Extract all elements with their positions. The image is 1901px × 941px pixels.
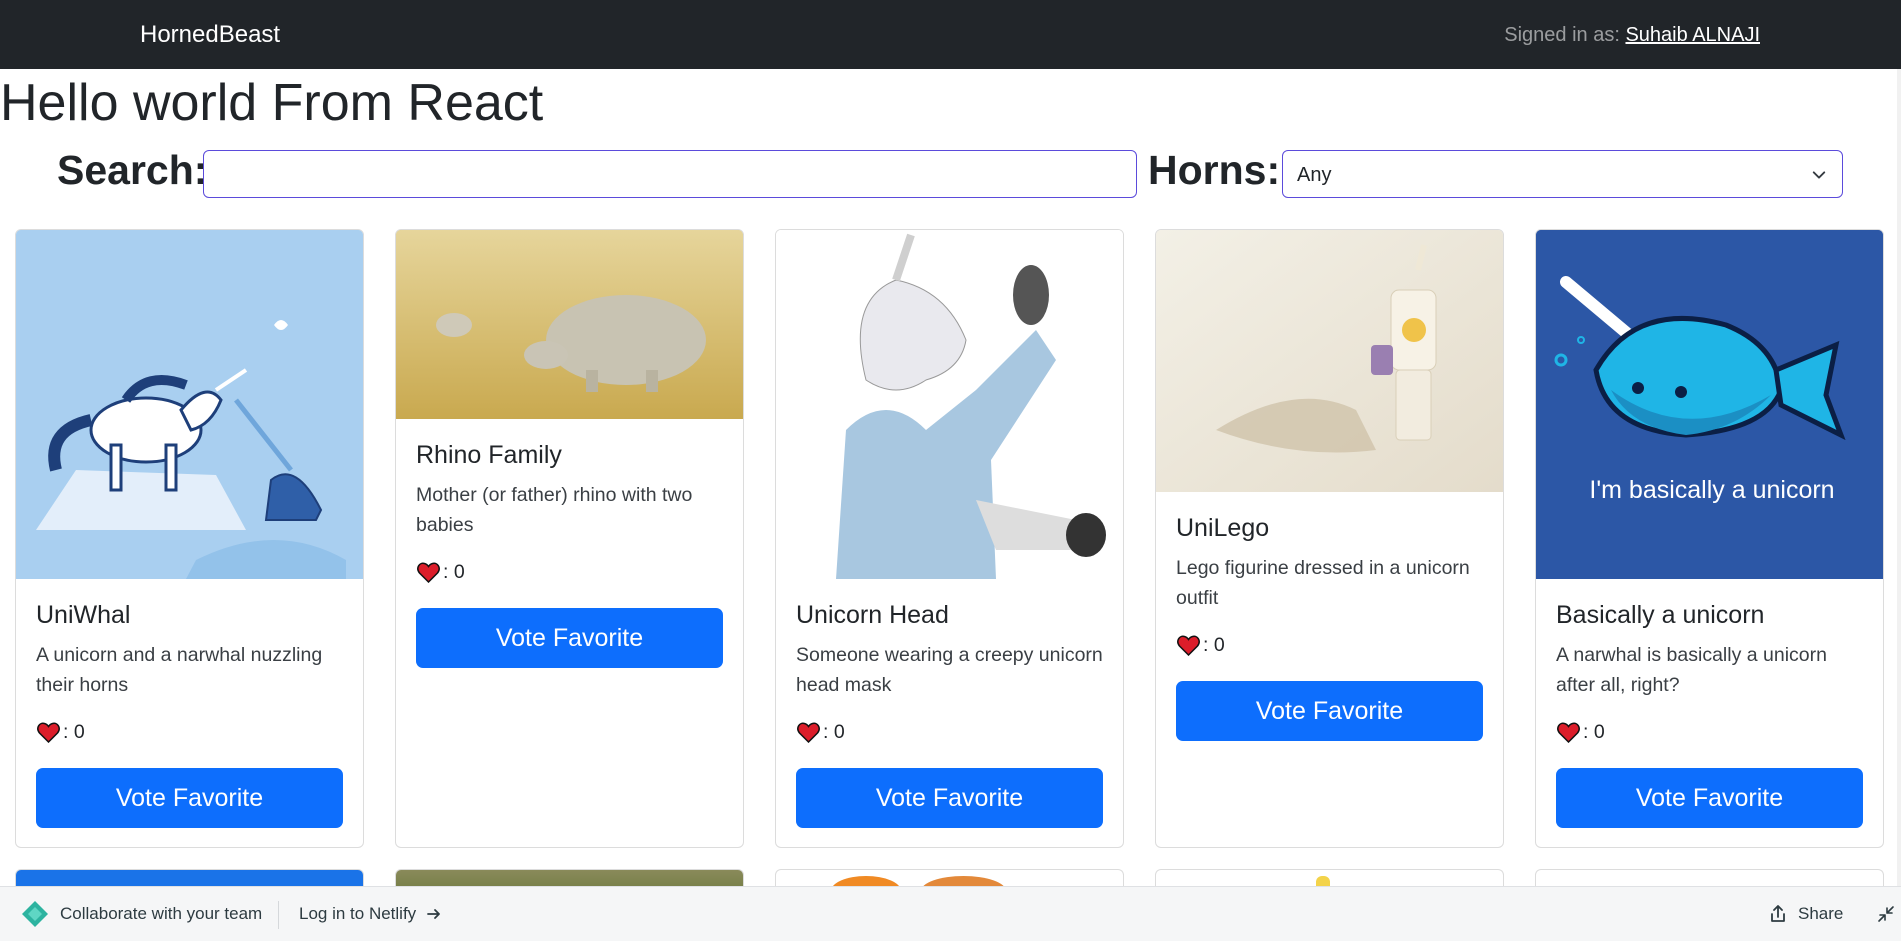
search-input[interactable] bbox=[203, 150, 1137, 198]
beast-card: Rhino Family Mother (or father) rhino wi… bbox=[395, 229, 744, 848]
vote-favorite-button[interactable]: Vote Favorite bbox=[36, 768, 343, 828]
netlify-login-text: Log in to Netlify bbox=[299, 904, 417, 923]
card-description: A narwhal is basically a unicorn after a… bbox=[1556, 644, 1827, 696]
signed-in-prefix: Signed in as: bbox=[1504, 24, 1620, 46]
collapse-icon bbox=[1878, 906, 1894, 922]
vote-count: : 0 bbox=[796, 720, 845, 744]
vote-favorite-button[interactable]: Vote Favorite bbox=[416, 608, 723, 668]
card-title: Unicorn Head bbox=[796, 601, 949, 629]
heart-icon bbox=[417, 562, 440, 583]
uniwhal-illustration bbox=[16, 230, 363, 579]
search-label: Search: bbox=[57, 147, 208, 193]
horns-label: Horns: bbox=[1148, 147, 1281, 193]
beast-image[interactable] bbox=[396, 230, 743, 419]
image-caption: I'm basically a unicorn bbox=[1589, 476, 1834, 504]
navbar: HornedBeast Signed in as: Suhaib ALNAJI bbox=[0, 0, 1901, 69]
arrow-right-icon bbox=[427, 909, 441, 919]
heart-icon bbox=[1177, 635, 1200, 656]
netlify-logo-icon bbox=[22, 901, 48, 927]
user-link[interactable]: Suhaib ALNAJI bbox=[1625, 24, 1760, 46]
scrollbar[interactable] bbox=[1897, 69, 1901, 886]
vote-count-text: : 0 bbox=[1583, 721, 1605, 743]
vote-count-text: : 0 bbox=[823, 721, 845, 743]
netlify-drawer-bar: Collaborate with your team Log in to Net… bbox=[0, 886, 1901, 941]
beast-image[interactable]: I'm basically a unicorn bbox=[1536, 230, 1883, 579]
beast-card: UniWhal A unicorn and a narwhal nuzzling… bbox=[15, 229, 364, 848]
signed-in-text: Signed in as: Suhaib ALNAJI bbox=[1504, 22, 1760, 48]
share-button[interactable]: Share bbox=[1768, 887, 1843, 941]
heart-icon bbox=[37, 722, 60, 743]
rhino-family-photo bbox=[396, 230, 743, 419]
heart-icon bbox=[1557, 722, 1580, 743]
vote-count-text: : 0 bbox=[1203, 634, 1225, 656]
card-description: Lego figurine dressed in a unicorn outfi… bbox=[1176, 557, 1470, 609]
beast-card: I'm basically a unicorn Basically a unic… bbox=[1535, 229, 1884, 848]
beast-card: Unicorn Head Someone wearing a creepy un… bbox=[775, 229, 1124, 848]
share-text: Share bbox=[1798, 904, 1844, 923]
beast-card: UniLego Lego figurine dressed in a unico… bbox=[1155, 229, 1504, 848]
vote-count: : 0 bbox=[36, 720, 85, 744]
page-title: Hello world From React bbox=[0, 74, 544, 132]
unicorn-head-photo bbox=[776, 230, 1123, 579]
divider bbox=[278, 901, 279, 929]
collaborate-text: Collaborate with your team bbox=[60, 904, 263, 923]
collapse-button[interactable] bbox=[1876, 887, 1896, 941]
vote-favorite-button[interactable]: Vote Favorite bbox=[1556, 768, 1863, 828]
beast-image[interactable] bbox=[776, 230, 1123, 579]
beast-image[interactable] bbox=[16, 230, 363, 579]
card-title: UniLego bbox=[1176, 514, 1270, 542]
narwhal-unicorn-illustration: I'm basically a unicorn bbox=[1536, 230, 1883, 579]
card-description: Mother (or father) rhino with two babies bbox=[416, 484, 693, 536]
vote-favorite-button[interactable]: Vote Favorite bbox=[1176, 681, 1483, 741]
vote-count: : 0 bbox=[416, 560, 465, 584]
vote-count: : 0 bbox=[1556, 720, 1605, 744]
card-description: A unicorn and a narwhal nuzzling their h… bbox=[36, 644, 323, 696]
vote-count-text: : 0 bbox=[63, 721, 85, 743]
unilego-photo bbox=[1156, 230, 1503, 492]
brand-link[interactable]: HornedBeast bbox=[140, 20, 280, 50]
card-title: UniWhal bbox=[36, 601, 131, 629]
share-icon bbox=[1771, 905, 1785, 922]
vote-favorite-button[interactable]: Vote Favorite bbox=[796, 768, 1103, 828]
horns-select-value: Any bbox=[1297, 164, 1332, 186]
beast-image[interactable] bbox=[1156, 230, 1503, 492]
vote-count-text: : 0 bbox=[443, 561, 465, 583]
chevron-down-icon bbox=[1812, 171, 1826, 179]
netlify-login-link[interactable]: Log in to Netlify bbox=[299, 887, 442, 941]
collaborate-link[interactable]: Collaborate with your team bbox=[20, 887, 262, 941]
card-title: Rhino Family bbox=[416, 441, 562, 469]
vote-count: : 0 bbox=[1176, 633, 1225, 657]
card-description: Someone wearing a creepy unicorn head ma… bbox=[796, 644, 1103, 696]
heart-icon bbox=[797, 722, 820, 743]
horns-select[interactable]: Any bbox=[1282, 150, 1843, 198]
card-title: Basically a unicorn bbox=[1556, 601, 1765, 629]
